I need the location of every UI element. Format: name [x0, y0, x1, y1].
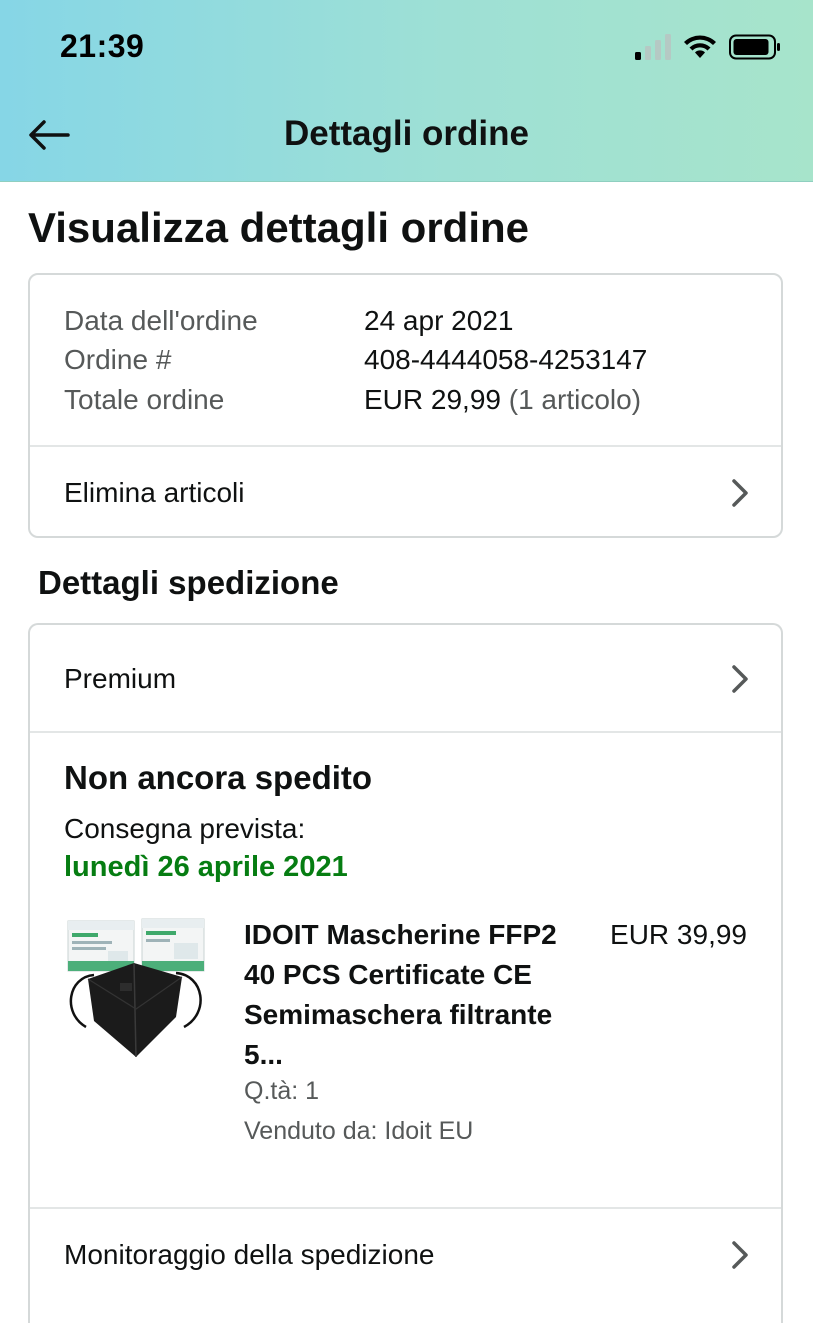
- order-date-label: Data dell'ordine: [64, 304, 258, 336]
- order-item-count: (1 articolo): [508, 383, 642, 415]
- ffp2-mask-product-image: [67, 918, 205, 1058]
- order-date-value: 24 apr 2021: [364, 304, 514, 336]
- shipping-method-label: Premium: [64, 663, 177, 694]
- product-seller: Venduto da: Idoit EU: [244, 1117, 474, 1145]
- shipping-method-row[interactable]: Premium: [30, 625, 781, 733]
- divider: [30, 731, 781, 733]
- order-total-value: EUR 29,99: [364, 383, 501, 415]
- order-number-label: Ordine #: [64, 344, 172, 376]
- chevron-right-icon: [732, 1241, 748, 1269]
- tracking-label: Monitoraggio della spedizione: [64, 1239, 435, 1270]
- chevron-right-icon: [732, 478, 748, 507]
- product-price: EUR 39,99: [610, 919, 747, 950]
- shipping-section-title: Dettagli spedizione: [38, 564, 339, 601]
- shipment-card: Premium Non ancora spedito Consegna prev…: [28, 623, 783, 1323]
- battery-icon: [729, 34, 781, 65]
- delete-items-row[interactable]: Elimina articoli: [30, 447, 781, 538]
- nav-title: Dettagli ordine: [283, 114, 530, 153]
- product-title[interactable]: IDOIT Mascherine FFP2 40 PCS Certificate…: [244, 915, 589, 1075]
- tracking-row[interactable]: Monitoraggio della spedizione: [30, 1209, 781, 1301]
- order-summary-rows: Data dell'ordine 24 apr 2021 Ordine # 40…: [64, 301, 764, 420]
- order-total-row: Totale ordine EUR 29,99 (1 articolo): [64, 380, 764, 420]
- product-quantity: Q.tà: 1: [244, 1077, 320, 1105]
- order-number-row: Ordine # 408-4444058-4253147: [64, 341, 764, 381]
- delivery-label: Consegna prevista:: [64, 813, 306, 844]
- status-icons: [635, 32, 781, 66]
- wifi-icon: [683, 34, 717, 65]
- top-bar: 21:39 Dettagli ordine: [0, 0, 813, 182]
- order-summary-card: Data dell'ordine 24 apr 2021 Ordine # 40…: [28, 273, 783, 538]
- delivery-date: lunedì 26 aprile 2021: [64, 851, 348, 883]
- order-total-value-group: EUR 29,99 (1 articolo): [364, 384, 641, 416]
- order-number-value: 408-4444058-4253147: [364, 344, 648, 376]
- order-total-label: Totale ordine: [64, 383, 225, 415]
- product-image[interactable]: [64, 917, 208, 1063]
- order-date-row: Data dell'ordine 24 apr 2021: [64, 301, 764, 341]
- delete-items-label: Elimina articoli: [64, 476, 245, 508]
- page-title: Visualizza dettagli ordine: [28, 204, 530, 251]
- signal-bars-icon: [635, 33, 671, 65]
- status-time: 21:39: [60, 28, 145, 64]
- chevron-right-icon: [732, 665, 748, 693]
- shipment-status: Non ancora spedito: [64, 759, 373, 796]
